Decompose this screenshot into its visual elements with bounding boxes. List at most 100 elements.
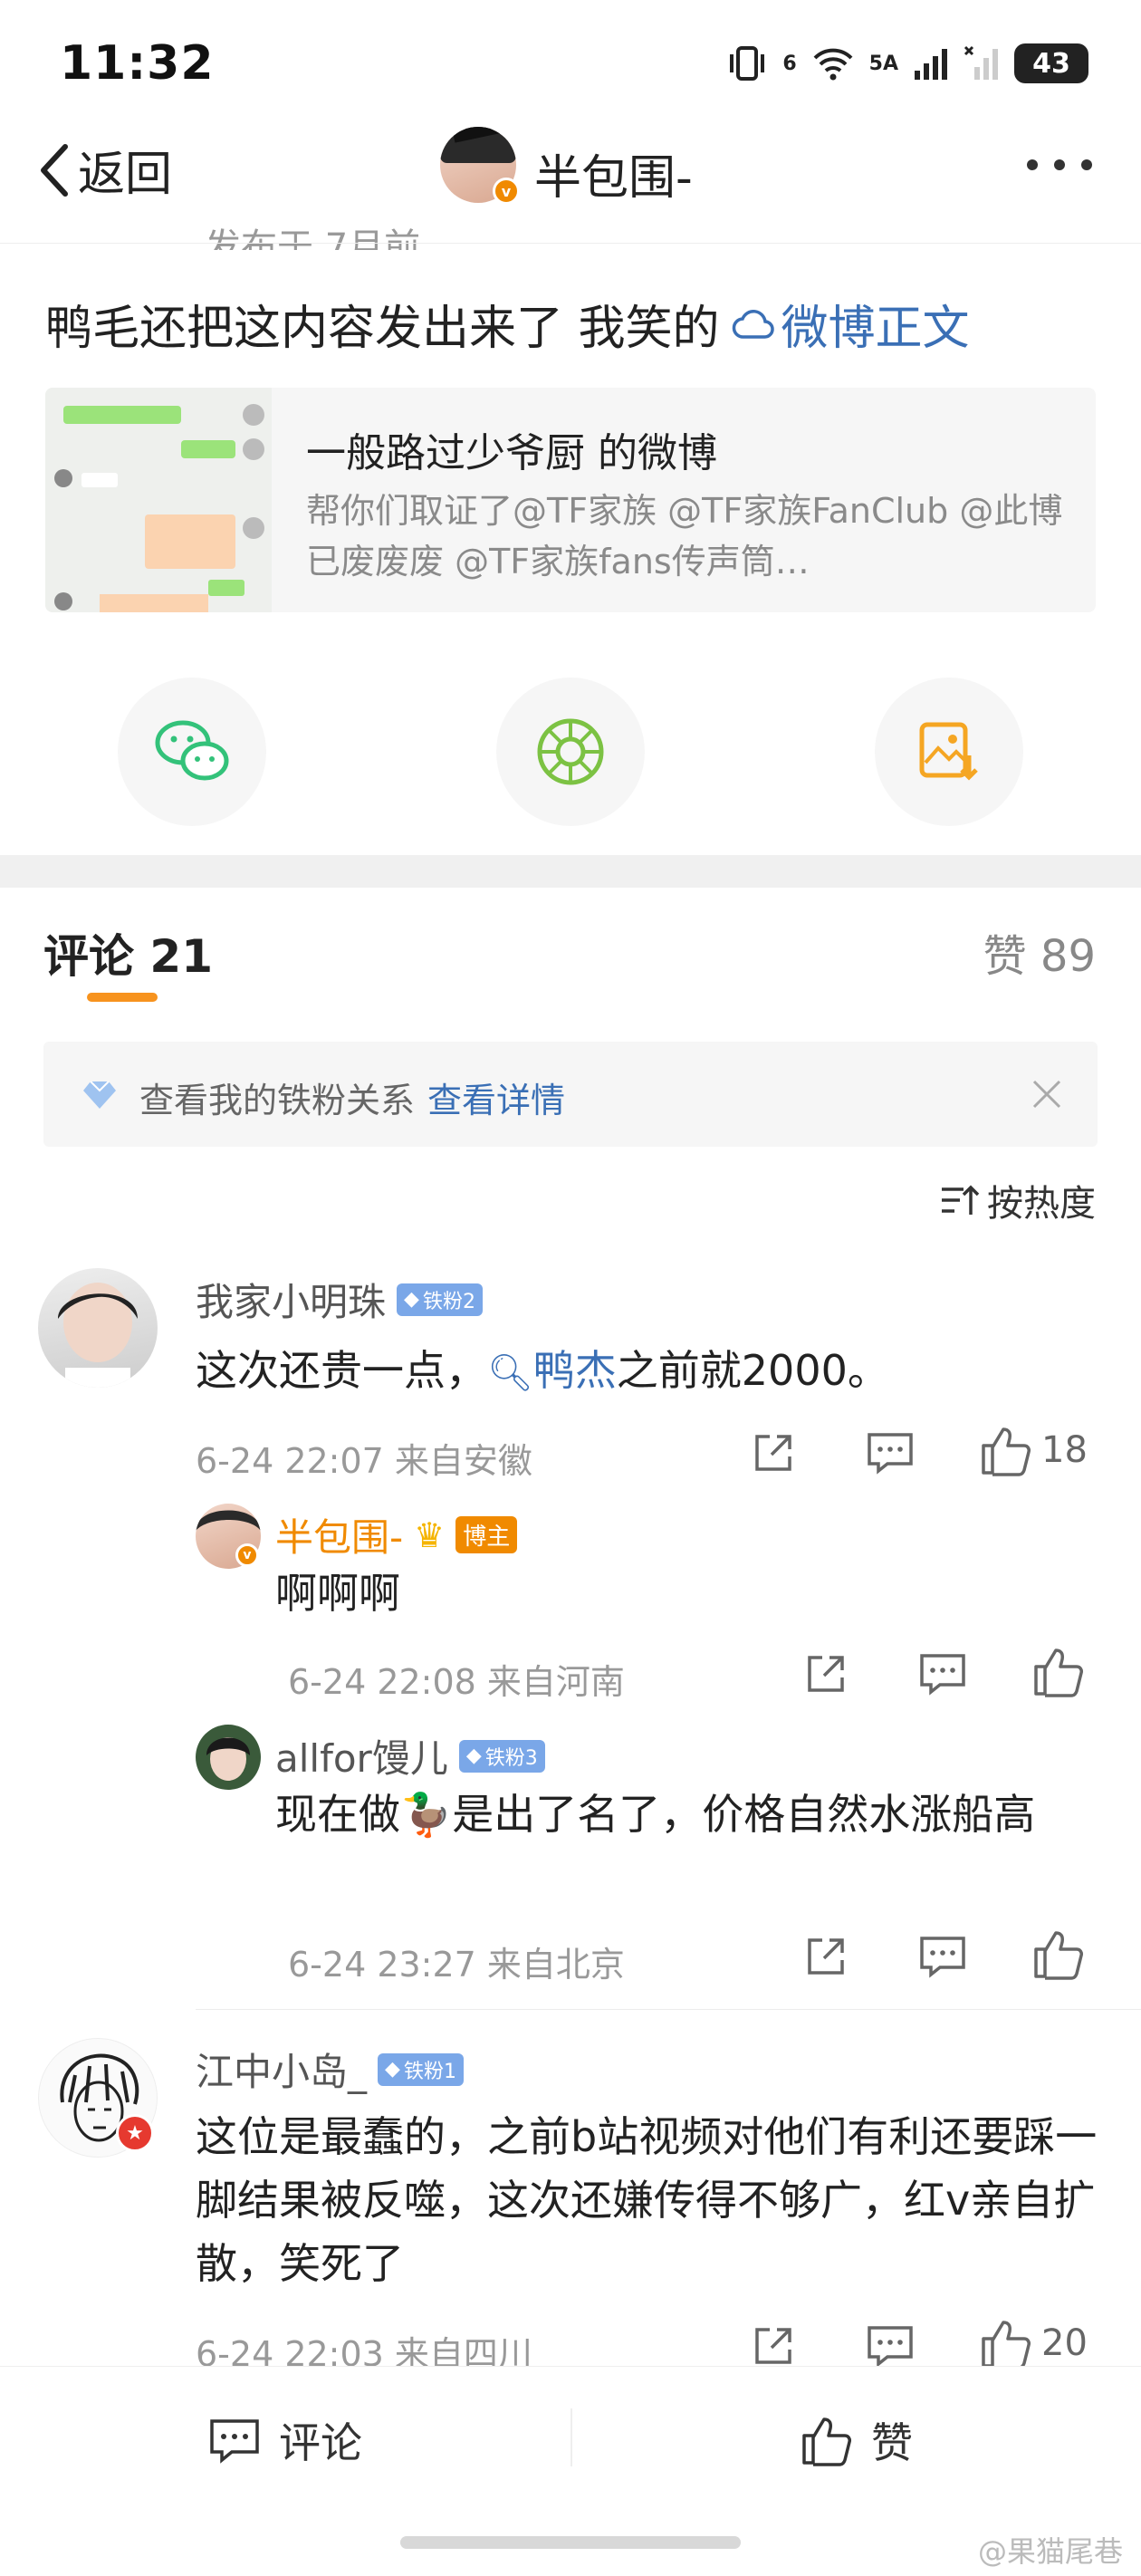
dot-icon xyxy=(1027,159,1038,170)
comment-text-after: 之前就2000。 xyxy=(616,1346,889,1395)
repost-icon xyxy=(755,2328,791,2364)
reply-text-before: 现在做 xyxy=(275,1790,400,1839)
reply-button[interactable] xyxy=(866,2322,915,2369)
bottom-action-bar: 评论 赞 xyxy=(0,2366,1141,2511)
dot-icon xyxy=(1054,159,1065,170)
bottom-like-button[interactable]: 赞 xyxy=(801,2410,913,2470)
diamond-icon: ◆ xyxy=(385,2058,400,2081)
thumbs-up-icon xyxy=(982,2321,1031,2369)
reply-text-after: 是出了名了，价格自然水涨船高 xyxy=(452,1790,1036,1839)
tab-likes[interactable]: 赞 89 xyxy=(983,920,1096,984)
back-button[interactable]: 返回 xyxy=(36,136,172,204)
fan-badge: ◆ 铁粉2 xyxy=(397,1283,483,1316)
like-button[interactable] xyxy=(1032,1927,1085,1980)
repost-button[interactable] xyxy=(802,1933,849,1980)
save-image-icon xyxy=(919,722,978,781)
save-image-button[interactable] xyxy=(875,678,1023,826)
wechat-icon xyxy=(155,720,229,781)
bottom-bar-separator xyxy=(570,2408,572,2466)
like-button[interactable]: 18 xyxy=(980,1424,1088,1476)
comment-icon xyxy=(920,1937,965,1978)
bottom-comment-button[interactable]: 评论 xyxy=(208,2410,362,2470)
reply-button[interactable] xyxy=(918,1650,967,1697)
like-count: 20 xyxy=(1041,2322,1088,2364)
tip-detail-link[interactable]: 查看详情 xyxy=(427,1081,565,1120)
share-wechat-button[interactable] xyxy=(118,678,266,826)
comment-icon xyxy=(868,1433,913,1475)
iron-fan-tip-bar: 查看我的铁粉关系 查看详情 xyxy=(43,1042,1098,1147)
comment-icon xyxy=(210,2419,259,2464)
vibrate-icon xyxy=(730,46,765,81)
search-term-label: 鸭杰 xyxy=(532,1346,617,1395)
replier-avatar[interactable] xyxy=(196,1725,261,1790)
search-term-link[interactable]: 🔍︎鸭杰 xyxy=(487,1346,617,1395)
fan-badge: ◆ 铁粉1 xyxy=(378,2052,464,2086)
comment-text-before: 这次还贵一点， xyxy=(196,1346,487,1395)
bottom-comment-label: 评论 xyxy=(279,2418,362,2467)
comment-text: 这次还贵一点，🔍︎鸭杰之前就2000。 xyxy=(196,1339,889,1405)
repost-button[interactable] xyxy=(750,1429,797,1476)
quoted-post-thumbnail xyxy=(45,388,272,612)
chevron-left-icon xyxy=(41,143,68,197)
verified-icon: v xyxy=(235,1543,259,1567)
quoted-post-card[interactable]: 一般路过少爷厨 的微博 帮你们取证了@TF家族 @TF家族FanClub @此博… xyxy=(45,388,1096,612)
cloud-link-icon xyxy=(732,309,774,339)
share-moments-button[interactable] xyxy=(496,678,645,826)
diamond-icon: ◆ xyxy=(404,1288,419,1311)
like-count: 18 xyxy=(1041,1429,1088,1471)
signal-icon xyxy=(915,49,947,80)
header-divider xyxy=(0,243,1141,244)
thumbs-up-icon xyxy=(802,2417,851,2466)
comment-icon xyxy=(920,1654,965,1696)
repost-button[interactable] xyxy=(802,1650,849,1697)
comment-username[interactable]: 我家小明珠 xyxy=(196,1272,386,1327)
crown-icon: ♛ xyxy=(414,1514,446,1555)
reply-username[interactable]: allfor馒儿 xyxy=(275,1728,448,1783)
weibo-body-label: 微博正文 xyxy=(781,302,970,356)
reply-text: 现在做🦆是出了名了，价格自然水涨船高 xyxy=(275,1783,1090,1846)
post-content: 鸭毛还把这内容发出来了 我笑的 微博正文 xyxy=(45,290,970,358)
author-name[interactable]: 半包围- xyxy=(534,139,693,207)
watermark: @果猫尾巷 xyxy=(977,2534,1123,2569)
reply-username-row: 半包围- ♛ 博主 xyxy=(275,1507,518,1562)
quoted-post-body: 帮你们取证了@TF家族 @TF家族FanClub @此博已废废废 @TF家族fa… xyxy=(306,491,1063,582)
thumbs-up-icon xyxy=(982,1427,1031,1476)
quoted-post-title: 一般路过少爷厨 的微博 xyxy=(306,430,717,476)
fan-badge-label: 铁粉2 xyxy=(422,1290,475,1313)
more-options-button[interactable] xyxy=(1027,159,1092,170)
reply-button[interactable] xyxy=(918,1933,967,1980)
sort-icon xyxy=(942,1185,980,1215)
reply-username[interactable]: 半包围- xyxy=(275,1507,403,1562)
thumbs-up-icon xyxy=(1034,1648,1083,1697)
dot-icon xyxy=(1081,159,1092,170)
reply-username-row: allfor馒儿 ◆ 铁粉3 xyxy=(275,1728,545,1783)
repost-icon xyxy=(808,1656,844,1692)
reply-meta: 6-24 23:27 来自北京 xyxy=(288,1945,625,1985)
sort-by-hot-button[interactable]: 按热度 xyxy=(940,1174,1096,1226)
reply-button[interactable] xyxy=(866,1429,915,1476)
status-time: 11:32 xyxy=(60,36,215,91)
wifi-icon xyxy=(813,48,853,81)
comment-text: 这位是最蠢的，之前b站视频对他们有利还要踩一脚结果被反噬，这次还嫌传得不够广，红… xyxy=(196,2112,1098,2288)
comment-username[interactable]: 江中小岛_ xyxy=(196,2042,367,2097)
repost-button[interactable] xyxy=(750,2322,797,2369)
red-v-icon: ★ xyxy=(116,2114,154,2152)
close-icon[interactable] xyxy=(1031,1078,1063,1110)
comment-meta: 6-24 22:07 来自安徽 xyxy=(196,1441,532,1481)
post-meta-cut: 发布于 7月前 xyxy=(205,226,421,250)
search-icon: 🔍︎ xyxy=(487,1352,533,1394)
commenter-avatar[interactable] xyxy=(38,1268,158,1388)
weibo-body-link[interactable]: 微博正文 xyxy=(731,290,970,358)
comment-icon xyxy=(868,2326,913,2368)
like-button[interactable]: 20 xyxy=(980,2317,1088,2369)
tip-text-wrap: 查看我的铁粉关系 查看详情 xyxy=(139,1072,565,1122)
home-indicator[interactable] xyxy=(400,2536,741,2549)
section-separator xyxy=(0,855,1141,888)
repost-icon xyxy=(808,1938,844,1975)
like-button[interactable] xyxy=(1032,1645,1085,1697)
diamond-icon: ◆ xyxy=(465,1745,482,1767)
tab-active-indicator xyxy=(87,993,158,1002)
tab-comments[interactable]: 评论 21 xyxy=(43,920,213,985)
reply-meta: 6-24 22:08 来自河南 xyxy=(288,1662,625,1702)
comment-username-row: 我家小明珠 ◆ 铁粉2 xyxy=(196,1272,483,1327)
